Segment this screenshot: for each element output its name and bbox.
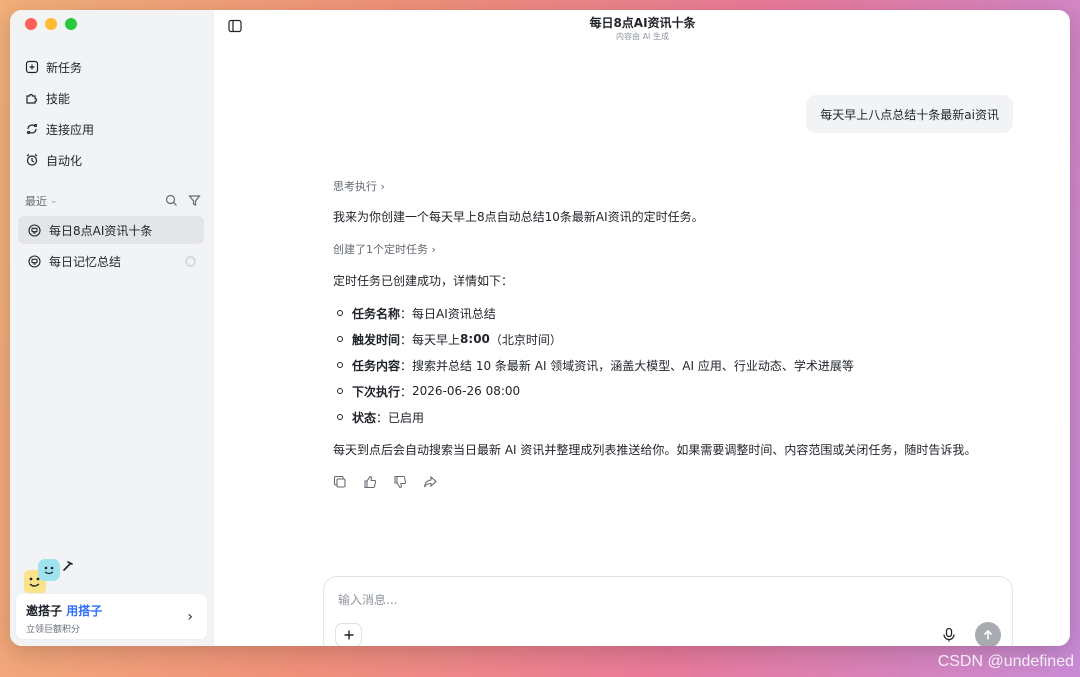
invite-promo-card[interactable]: 邀搭子 用搭子 立领巨额积分 › xyxy=(15,593,208,640)
new-task-icon xyxy=(24,59,40,75)
recent-label[interactable]: 最近 xyxy=(25,193,47,209)
chevron-right-icon: › xyxy=(380,180,385,193)
promo-subtitle: 立领巨额积分 xyxy=(26,625,81,635)
message-actions xyxy=(333,474,437,493)
ai-generated-note: 内容由 AI 生成 xyxy=(616,32,669,41)
page-title: 每日8点AI资讯十条 xyxy=(589,16,696,30)
chat-main: 每日8点AI资讯十条 内容由 AI 生成 每天早上八点总结十条最新ai资讯 思考… xyxy=(215,10,1070,646)
add-attachment-button[interactable] xyxy=(335,623,362,646)
alarm-clock-icon xyxy=(24,152,40,168)
detail-item: 任务名称：每日AI资讯总结 xyxy=(333,304,496,322)
chevron-right-icon: › xyxy=(431,243,436,256)
message-composer xyxy=(323,576,1013,646)
sidebar-item-connect-apps[interactable]: 连接应用 xyxy=(24,116,94,142)
watermark: CSDN @undefined xyxy=(937,653,1074,670)
conversation-item[interactable]: 每日8点AI资讯十条 xyxy=(18,216,204,244)
minimize-window-button[interactable] xyxy=(45,18,57,30)
share-icon[interactable] xyxy=(423,474,437,493)
chevron-down-icon[interactable]: ⌄ xyxy=(50,196,58,206)
conversation-title: 每日8点AI资讯十条 xyxy=(49,223,153,238)
thumbs-down-icon[interactable] xyxy=(393,474,407,493)
puzzle-icon xyxy=(24,90,40,106)
recent-header: 最近 ⌄ xyxy=(25,193,201,209)
sidebar-item-label: 技能 xyxy=(46,91,71,106)
sidebar-item-label: 自动化 xyxy=(46,153,83,168)
send-button[interactable] xyxy=(975,622,1001,646)
maximize-window-button[interactable] xyxy=(65,18,77,30)
detail-item: 下次执行： 2026-06-26 08:00 xyxy=(333,382,520,400)
copy-icon[interactable] xyxy=(333,474,347,493)
microphone-icon[interactable] xyxy=(941,627,957,643)
detail-item: 触发时间：每天早上 8:00 （北京时间） xyxy=(333,330,562,348)
message-input[interactable] xyxy=(338,590,938,610)
sidebar-item-automation[interactable]: 自动化 xyxy=(24,147,82,173)
conversation-item[interactable]: 每日记忆总结 xyxy=(18,247,204,275)
detail-item: 状态：已启用 xyxy=(333,408,424,426)
user-message: 每天早上八点总结十条最新ai资讯 xyxy=(806,95,1013,133)
sidebar-item-label: 新任务 xyxy=(46,60,83,75)
sidebar: 新任务 技能 连接应用 自动化 最近 ⌄ 每日8点AI资讯十条 每日记忆总结 邀… xyxy=(10,10,214,646)
window-controls xyxy=(25,18,77,30)
connect-icon xyxy=(24,121,40,137)
detail-item: 任务内容：搜索并总结 10 条最新 AI 领域资讯，涵盖大模型、AI 应用、行业… xyxy=(333,356,854,374)
monitor-icon xyxy=(27,254,41,268)
thinking-toggle[interactable]: 思考执行 › xyxy=(333,178,385,194)
conversation-title: 每日记忆总结 xyxy=(49,254,122,269)
monitor-icon xyxy=(27,223,41,237)
intro-text: 我来为你创建一个每天早上8点自动总结10条最新AI资讯的定时任务。 xyxy=(333,210,704,224)
arrow-up-icon xyxy=(983,629,993,640)
mascot-illustration xyxy=(24,559,73,594)
search-icon[interactable] xyxy=(165,192,178,211)
loading-status-icon xyxy=(185,255,196,267)
close-window-button[interactable] xyxy=(25,18,37,30)
closing-text: 每天到点后会自动搜索当日最新 AI 资讯并整理成列表推送给你。如果需要调整时间、… xyxy=(333,443,977,457)
sidebar-item-label: 连接应用 xyxy=(46,122,95,137)
chevron-right-icon: › xyxy=(187,609,193,625)
sidebar-item-skills[interactable]: 技能 xyxy=(24,85,70,111)
success-text: 定时任务已创建成功，详情如下： xyxy=(333,274,514,288)
thumbs-up-icon[interactable] xyxy=(363,474,377,493)
promo-title: 邀搭子 用搭子 xyxy=(26,604,103,618)
sidebar-item-new-task[interactable]: 新任务 xyxy=(24,54,82,80)
filter-icon[interactable] xyxy=(188,192,201,211)
scheduled-task-toggle[interactable]: 创建了1个定时任务 › xyxy=(333,241,436,257)
app-window: 新任务 技能 连接应用 自动化 最近 ⌄ 每日8点AI资讯十条 每日记忆总结 邀… xyxy=(10,10,1070,646)
plus-icon xyxy=(344,630,353,640)
